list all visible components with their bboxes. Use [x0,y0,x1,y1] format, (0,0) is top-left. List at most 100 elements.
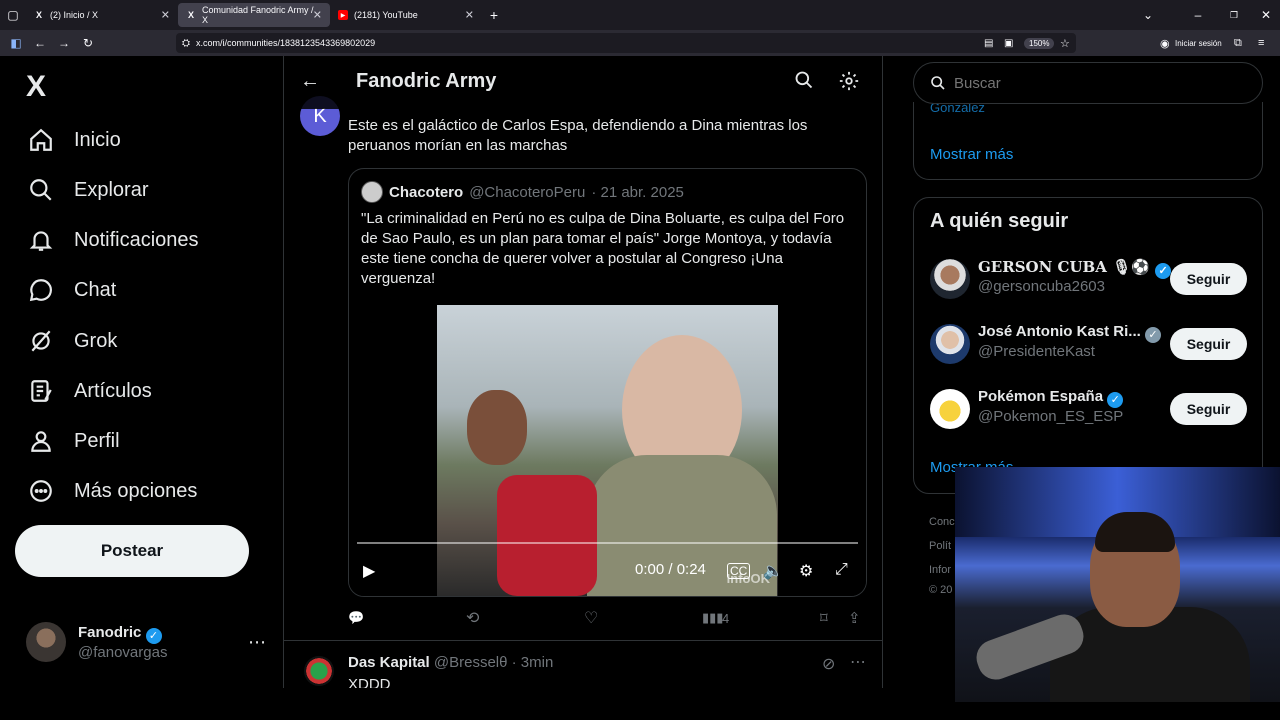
nav-item-articulos[interactable]: Artículos [28,373,152,409]
pip-icon[interactable]: ▣ [1004,38,1013,49]
video-reporter [467,390,527,465]
x-logo-icon: X [187,10,194,20]
footer-link[interactable]: Conc [929,516,955,528]
views-icon[interactable]: ▮▮▮ [702,610,723,626]
account-icon[interactable]: ◉ [1160,37,1170,50]
more-dots-icon[interactable]: ⋯ [248,632,266,653]
footer-link[interactable]: Polít [929,540,951,552]
close-window-icon[interactable]: ✕ [1254,8,1278,22]
restore-icon[interactable]: ❐ [1222,10,1246,21]
quoted-tweet-header: Chacotero @ChacoteroPeru · 21 abr. 2025 [361,181,684,203]
more-dots-icon[interactable]: ⋯ [850,652,866,672]
url-text: x.com/i/communities/1838123543369802029 [196,38,376,48]
follow-suggestion[interactable]: GERSON CUBA 🎙⚽ ✓ @gersoncuba2603 Seguir [930,256,1250,302]
sidebar-toggle-icon[interactable]: ◧ [4,36,28,50]
gear-icon[interactable] [838,70,860,92]
community-header: ← Fanodric Army [284,56,882,109]
nav-item-notificaciones[interactable]: Notificaciones [28,222,199,258]
tab-title: (2181) YouTube [354,10,418,20]
follow-button[interactable]: Seguir [1170,263,1247,295]
search-icon [30,179,52,201]
grok-icon[interactable]: ⊘ [822,654,835,674]
nav-item-chat[interactable]: Chat [28,272,116,308]
site-info-icon[interactable]: ⛭ [182,38,190,49]
back-arrow-icon[interactable]: ← [300,70,320,93]
follow-button[interactable]: Seguir [1170,328,1247,360]
show-more-link[interactable]: Mostrar más [930,146,1013,163]
nav-label: Notificaciones [74,228,199,251]
suggestion-handle: @gersoncuba2603 [978,278,1105,295]
browser-tabstrip: ▢ X (2) Inicio / X ✕ X Comunidad Fanodri… [0,0,1280,30]
zoom-level[interactable]: 150% [1024,37,1055,49]
captions-icon[interactable]: CC [727,563,751,579]
nav-label: Artículos [74,379,152,402]
tweet-text: Este es el galáctico de Carlos Espa, def… [348,117,808,154]
quoted-tweet[interactable]: Chacotero @ChacoteroPeru · 21 abr. 2025 … [348,168,867,597]
x-logo-icon[interactable]: X [26,70,46,104]
video-player[interactable]: InfoOK ▶ 0:00 / 0:24 CC 🔈 ⚙ ⤢ [349,303,866,596]
quoted-date: · 21 abr. 2025 [591,183,684,201]
search-input[interactable] [954,74,1153,92]
home-icon [30,128,52,151]
share-icon[interactable]: ⇪ [848,609,861,627]
tab-comunidad[interactable]: X Comunidad Fanodric Army / X ✕ [178,3,330,27]
section-title: A quién seguir [930,210,1069,232]
tab-inicio[interactable]: X (2) Inicio / X ✕ [26,0,178,30]
back-arrow-icon[interactable]: ← [28,36,52,50]
retweet-icon[interactable]: ⟲ [466,608,479,628]
nav-label: Más opciones [74,479,198,502]
tweet-author-handle: @Bresselθ [433,654,508,671]
verified-badge-icon: ✓ [1155,263,1172,279]
url-bar[interactable]: ⛭ x.com/i/communities/183812354336980202… [176,33,1076,53]
main-column: ← Fanodric Army K Este es el galáctico d… [283,56,883,688]
tab-list-icon[interactable]: ▢ [0,8,26,22]
bell-icon [29,231,53,251]
tab-youtube[interactable]: ▶ (2181) YouTube ✕ [330,0,482,30]
signin-label[interactable]: Iniciar sesión [1175,39,1222,48]
verified-badge-icon: ✓ [145,627,162,644]
follow-suggestion[interactable]: Pokémon España ✓ @Pokemon_ES_ESP Seguir [930,386,1250,432]
close-icon[interactable]: ✕ [161,9,170,22]
menu-icon[interactable]: ≡ [1258,37,1264,49]
follow-suggestion[interactable]: José Antonio Kast Ri... ✓ @PresidenteKas… [930,321,1250,367]
tweet-header: Das Kapital @Bresselθ · 3min [348,654,553,671]
youtube-logo-icon: ▶ [338,10,348,20]
avatar[interactable] [304,656,334,686]
extensions-icon[interactable]: ⧉ [1234,37,1242,50]
nav-item-explorar[interactable]: Explorar [28,172,148,208]
bookmark-icon[interactable]: ⌑ [820,609,828,627]
tweet-time: · 3min [511,654,554,671]
bookmark-star-icon[interactable]: ☆ [1060,37,1070,50]
new-tab-icon[interactable]: + [482,7,506,23]
profile-name: Fanodric [78,623,142,641]
search-icon[interactable] [794,70,814,90]
avatar [26,622,66,662]
reload-icon[interactable]: ↻ [76,36,100,50]
fullscreen-icon[interactable]: ⤢ [835,561,848,579]
close-icon[interactable]: ✕ [313,9,322,22]
post-button[interactable]: Postear [15,525,249,577]
footer-link[interactable]: Infor [929,564,951,576]
search-box[interactable] [913,62,1263,104]
account-switcher[interactable]: Fanodric ✓ @fanovargas ⋯ [26,622,266,662]
nav-item-mas-opciones[interactable]: Más opciones [28,473,197,509]
reply-icon[interactable]: 💬 [348,610,364,626]
verified-badge-icon: ✓ [1107,392,1124,408]
grok-icon [31,330,51,352]
chevron-down-icon[interactable]: ⌄ [1136,8,1160,22]
nav-item-grok[interactable]: Grok [28,323,117,359]
like-icon[interactable]: ♡ [584,608,598,628]
close-icon[interactable]: ✕ [465,9,474,22]
follow-button[interactable]: Seguir [1170,393,1247,425]
video-progress-bar[interactable] [357,542,858,544]
reader-icon[interactable]: ▤ [984,38,993,49]
nav-item-inicio[interactable]: Inicio [28,122,121,158]
nav-item-perfil[interactable]: Perfil [28,423,120,459]
volume-icon[interactable]: 🔈 [763,561,783,581]
forward-arrow-icon[interactable]: → [52,36,76,50]
settings-gear-icon[interactable]: ⚙ [799,561,813,581]
play-icon[interactable]: ▶ [363,561,375,581]
avatar [930,259,970,299]
minimize-icon[interactable]: – [1186,8,1210,22]
search-icon [931,76,945,90]
